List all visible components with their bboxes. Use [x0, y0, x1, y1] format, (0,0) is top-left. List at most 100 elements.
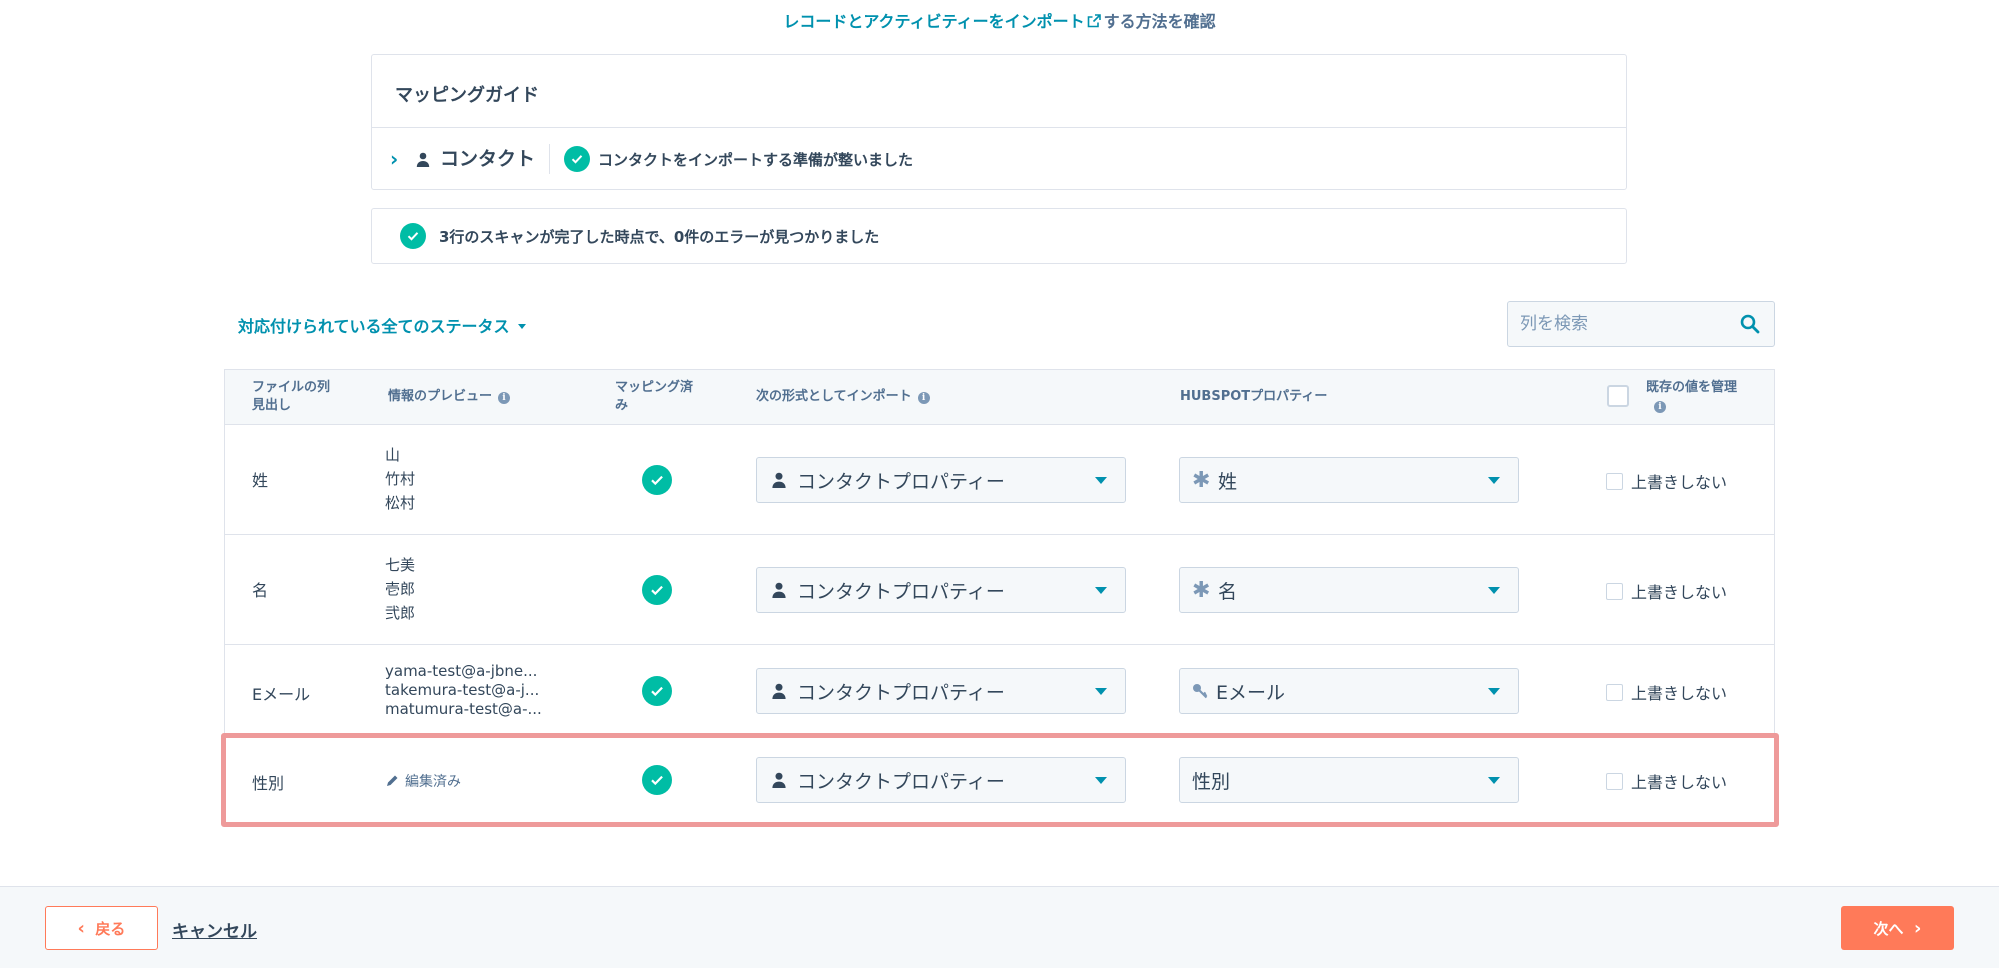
table-row: 姓 山 竹村 松村 コンタクトプロパティー ✱ 姓 上書きしない — [225, 425, 1774, 535]
header-preview-label: 情報のプレビュー — [388, 389, 493, 404]
table-row: 性別 編集済み コンタクトプロパティー 性別 上書きしない — [225, 737, 1774, 824]
hubspot-property-select[interactable]: ✱ 名 — [1179, 567, 1519, 613]
preview-value: 弐郎 — [385, 604, 416, 622]
contact-icon — [772, 582, 786, 598]
caret-down-icon — [1095, 587, 1107, 594]
external-link-icon — [1087, 14, 1101, 28]
asterisk-icon: ✱ — [1192, 467, 1211, 493]
preview-value: matumura-test@a-... — [385, 700, 542, 718]
table-header: ファイルの列 見出し 情報のプレビュー i マッピング済 み 次の形式としてインポ… — [225, 370, 1774, 425]
caret-down-icon — [1488, 688, 1500, 695]
contact-icon — [772, 683, 786, 699]
caret-down-icon — [1488, 777, 1500, 784]
overwrite-checkbox[interactable] — [1606, 582, 1623, 600]
guide-status-text: コンタクトをインポートする準備が整いました — [598, 150, 914, 169]
header-manage-label: 既存の値を管理 — [1646, 380, 1738, 395]
import-type-value: コンタクトプロパティー — [797, 770, 1005, 793]
pencil-icon — [387, 775, 398, 786]
footer-bar: ‹ 戻る キャンセル 次へ › — [0, 886, 1999, 968]
preview-values: 七美 壱郎 弐郎 — [385, 553, 415, 625]
header-import-as: 次の形式としてインポート i — [756, 388, 930, 406]
mapping-guide-title: マッピングガイド — [372, 55, 1626, 128]
help-link-suffix: する方法を確認 — [1103, 12, 1216, 31]
help-link-line: レコードとアクティビティーをインポート する方法を確認 — [0, 8, 1999, 32]
preview-values: 山 竹村 松村 — [385, 443, 415, 515]
file-column-name: Eメール — [252, 685, 311, 704]
property-value: Eメール — [1216, 681, 1286, 704]
header-import-as-label: 次の形式としてインポート — [756, 389, 912, 404]
chevron-left-icon: ‹ — [77, 917, 85, 939]
import-help-link[interactable]: レコードとアクティビティーをインポート — [783, 12, 1084, 31]
next-button[interactable]: 次へ › — [1841, 906, 1954, 950]
overwrite-label: 上書きしない — [1631, 684, 1728, 703]
overwrite-checkbox[interactable] — [1606, 683, 1623, 701]
file-column-name: 性別 — [252, 774, 285, 793]
mapping-guide: マッピングガイド › コンタクト コンタクトをインポートする準備が整いました — [371, 54, 1627, 190]
header-mapped: マッピング済 み — [615, 380, 694, 413]
hubspot-property-select[interactable]: 性別 — [1179, 757, 1519, 803]
hubspot-property-select[interactable]: ✱ 姓 — [1179, 457, 1519, 503]
info-icon[interactable]: i — [917, 392, 930, 404]
overwrite-label: 上書きしない — [1631, 473, 1728, 492]
hubspot-property-select[interactable]: Eメール — [1179, 668, 1519, 714]
import-type-value: コンタクトプロパティー — [797, 470, 1005, 493]
import-type-select[interactable]: コンタクトプロパティー — [756, 757, 1126, 803]
property-value: 名 — [1218, 580, 1238, 603]
preview-value: takemura-test@a-j... — [385, 681, 540, 699]
next-label: 次へ — [1873, 919, 1904, 938]
overwrite-option[interactable]: 上書きしない — [1606, 579, 1727, 603]
caret-down-icon — [1095, 777, 1107, 784]
caret-down-icon — [517, 324, 526, 329]
back-label: 戻る — [95, 919, 126, 938]
overwrite-checkbox[interactable] — [1606, 472, 1623, 490]
mapped-check-icon — [642, 676, 672, 706]
guide-object-row[interactable]: › コンタクト コンタクトをインポートする準備が整いました — [372, 128, 1626, 190]
overwrite-label: 上書きしない — [1631, 773, 1728, 792]
info-icon[interactable]: i — [1654, 401, 1666, 413]
table-row: 名 七美 壱郎 弐郎 コンタクトプロパティー ✱ 名 上書きしない — [225, 535, 1774, 645]
header-manage-existing: 既存の値を管理 i — [1646, 379, 1737, 415]
overwrite-option[interactable]: 上書きしない — [1606, 769, 1727, 793]
search-icon[interactable] — [1740, 314, 1760, 334]
preview-values: yama-test@a-jbne... takemura-test@a-j...… — [385, 662, 542, 719]
overwrite-option[interactable]: 上書きしない — [1606, 680, 1727, 704]
info-icon[interactable]: i — [498, 392, 511, 404]
import-type-select[interactable]: コンタクトプロパティー — [756, 457, 1126, 503]
overwrite-label: 上書きしない — [1631, 583, 1728, 602]
header-file-column: ファイルの列 見出し — [252, 380, 331, 413]
import-type-select[interactable]: コンタクトプロパティー — [756, 668, 1126, 714]
contact-icon — [772, 772, 786, 788]
key-icon — [1193, 684, 1208, 699]
cancel-link[interactable]: キャンセル — [172, 917, 257, 942]
file-column-name: 名 — [252, 581, 269, 600]
chevron-right-icon[interactable]: › — [390, 147, 416, 171]
header-preview: 情報のプレビュー i — [388, 388, 511, 406]
asterisk-icon: ✱ — [1192, 577, 1211, 603]
manage-all-checkbox[interactable] — [1607, 385, 1629, 407]
preview-value: 松村 — [385, 494, 416, 512]
overwrite-option[interactable]: 上書きしない — [1606, 469, 1727, 493]
mapping-table: ファイルの列 見出し 情報のプレビュー i マッピング済 み 次の形式としてインポ… — [224, 369, 1775, 825]
preview-value: 竹村 — [385, 470, 416, 488]
status-filter-dropdown[interactable]: 対応付けられている全てのステータス — [238, 313, 526, 337]
file-column-name: 姓 — [252, 471, 269, 490]
contact-icon — [772, 472, 786, 488]
import-type-select[interactable]: コンタクトプロパティー — [756, 567, 1126, 613]
back-button[interactable]: ‹ 戻る — [45, 906, 158, 950]
property-value: 姓 — [1218, 470, 1238, 493]
caret-down-icon — [1095, 688, 1107, 695]
edited-indicator: 編集済み — [385, 771, 461, 791]
contact-icon — [416, 152, 430, 167]
overwrite-checkbox[interactable] — [1606, 772, 1623, 790]
column-search-input[interactable] — [1508, 302, 1708, 346]
mapped-check-icon — [642, 575, 672, 605]
scan-result: 3行のスキャンが完了した時点で、0件のエラーが見つかりました — [371, 208, 1627, 264]
success-check-icon — [400, 223, 426, 249]
guide-object-name: コンタクト — [440, 144, 551, 174]
property-value: 性別 — [1192, 770, 1231, 793]
edited-label: 編集済み — [405, 774, 461, 790]
import-type-value: コンタクトプロパティー — [797, 580, 1005, 603]
header-hubspot-property: HUBSPOTプロパティー — [1180, 389, 1328, 404]
column-search — [1507, 301, 1775, 347]
scan-message: 3行のスキャンが完了した時点で、0件のエラーが見つかりました — [439, 227, 880, 246]
